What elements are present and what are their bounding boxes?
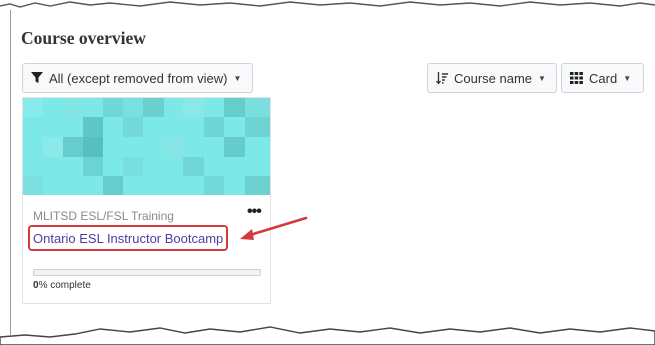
sort-icon — [436, 71, 448, 85]
caret-down-icon: ▼ — [538, 73, 546, 83]
view-label: Card — [589, 70, 618, 86]
torn-edge-bottom — [0, 326, 655, 345]
caret-down-icon: ▼ — [623, 73, 632, 83]
progress-bar — [33, 269, 261, 276]
course-category: MLITSD ESL/FSL Training — [33, 209, 174, 223]
course-card[interactable]: MLITSD ESL/FSL Training ••• Ontario ESL … — [22, 97, 271, 304]
page-title: Course overview — [21, 28, 146, 48]
course-card-image[interactable] — [23, 98, 270, 195]
course-name-link[interactable]: Ontario ESL Instructor Bootcamp — [33, 231, 223, 246]
caret-down-icon: ▼ — [233, 73, 242, 83]
grid-icon — [570, 72, 583, 84]
funnel-icon — [31, 72, 43, 83]
filter-dropdown-button[interactable]: All (except removed from view) ▼ — [22, 63, 253, 93]
view-dropdown-button[interactable]: Card ▼ — [561, 63, 644, 93]
progress-suffix: % complete — [38, 280, 91, 291]
progress-text: 0% complete — [33, 280, 91, 291]
filter-label: All (except removed from view) — [49, 70, 228, 86]
sort-dropdown-button[interactable]: Course name ▼ — [427, 63, 557, 93]
annotation-arrow-icon — [240, 216, 308, 240]
sort-label: Course name — [454, 70, 533, 86]
